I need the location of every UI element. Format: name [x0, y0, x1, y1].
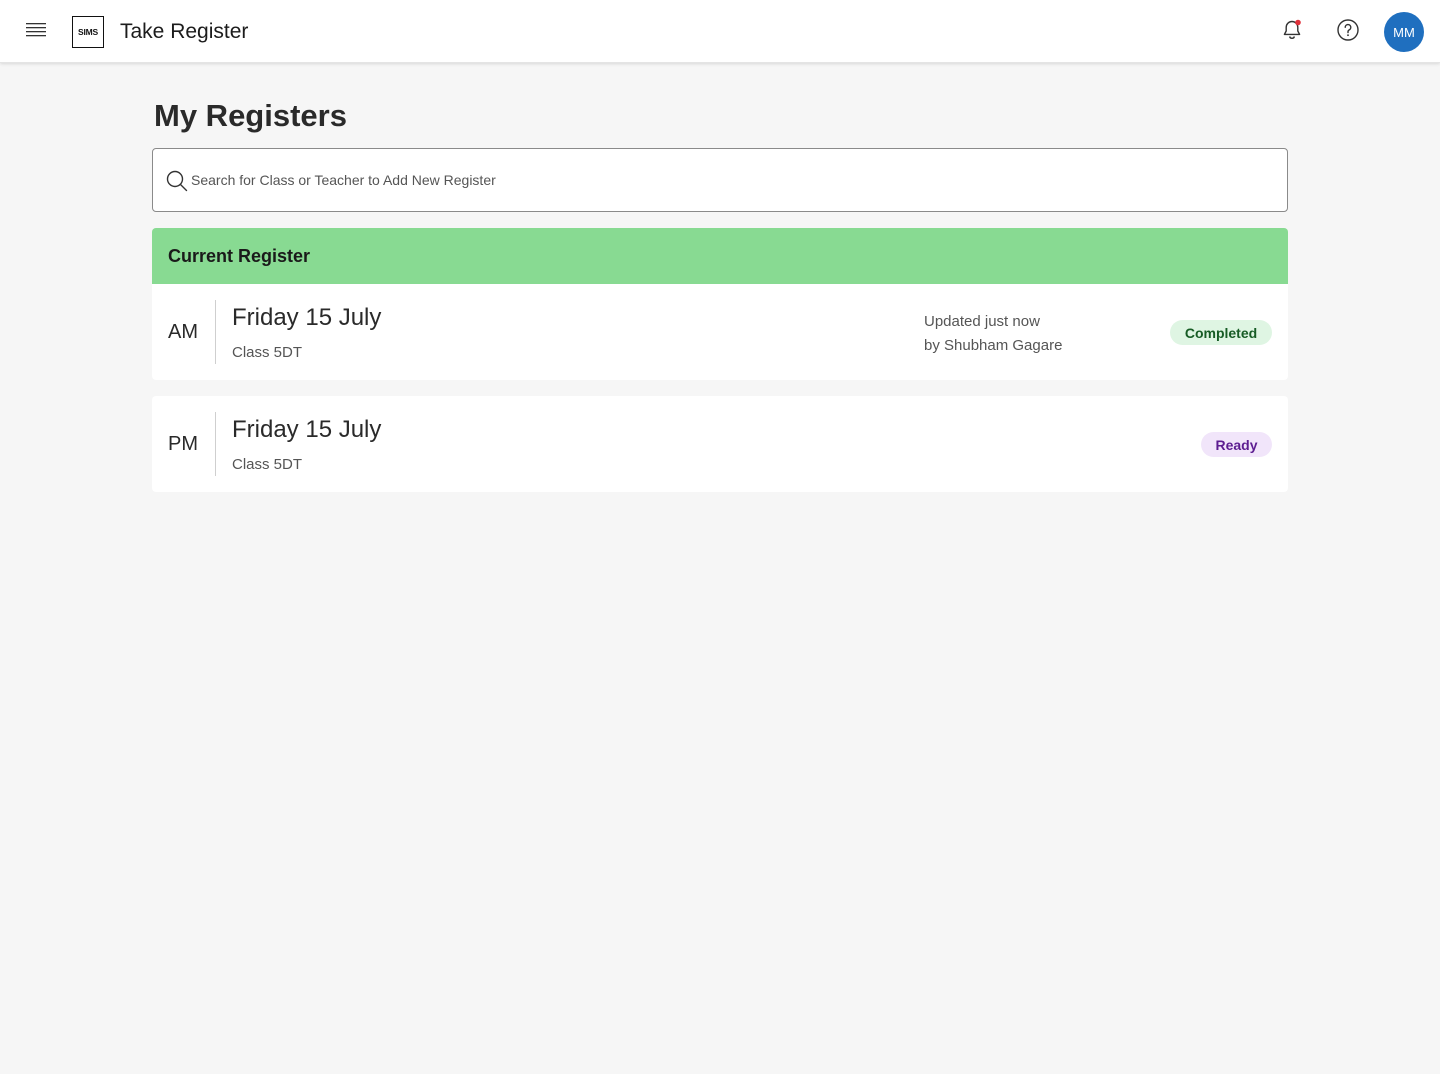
top-app-bar: SIMS Take Register MM [0, 0, 1440, 63]
section-title: Current Register [168, 245, 311, 266]
register-card-pm[interactable]: PM Friday 15 July Class 5DT Ready [152, 396, 1288, 492]
divider [215, 412, 216, 476]
register-date: Friday 15 July [232, 416, 382, 443]
updated-by: by Shubham Gagare [924, 337, 1063, 354]
register-date: Friday 15 July [232, 304, 382, 331]
notification-dot [1295, 19, 1301, 25]
app-title: Take Register [120, 20, 249, 43]
last-updated: Updated just now by Shubham Gagare [924, 310, 1062, 358]
hamburger-menu-button[interactable] [20, 16, 52, 48]
register-class: Class 5DT [232, 344, 303, 361]
updated-time: Updated just now [924, 313, 1040, 330]
help-icon [1336, 18, 1360, 47]
help-button[interactable] [1332, 16, 1364, 48]
register-class: Class 5DT [232, 456, 303, 473]
sims-logo: SIMS [72, 16, 104, 48]
divider [215, 300, 216, 364]
page-title: My Registers [154, 98, 347, 133]
search-input[interactable] [191, 149, 1271, 211]
user-avatar[interactable]: MM [1384, 12, 1424, 52]
current-register-header: Current Register [152, 228, 1288, 284]
register-card-am[interactable]: AM Friday 15 July Class 5DT Updated just… [152, 284, 1288, 380]
search-bar [152, 148, 1288, 212]
status-badge-completed: Completed [1170, 320, 1272, 345]
session-label: AM [168, 321, 198, 343]
notifications-button[interactable] [1276, 16, 1308, 48]
search-icon [165, 169, 189, 193]
bell-icon [1280, 18, 1304, 47]
menu-icon [26, 22, 46, 43]
status-badge-ready: Ready [1201, 432, 1272, 457]
session-label: PM [168, 433, 198, 455]
